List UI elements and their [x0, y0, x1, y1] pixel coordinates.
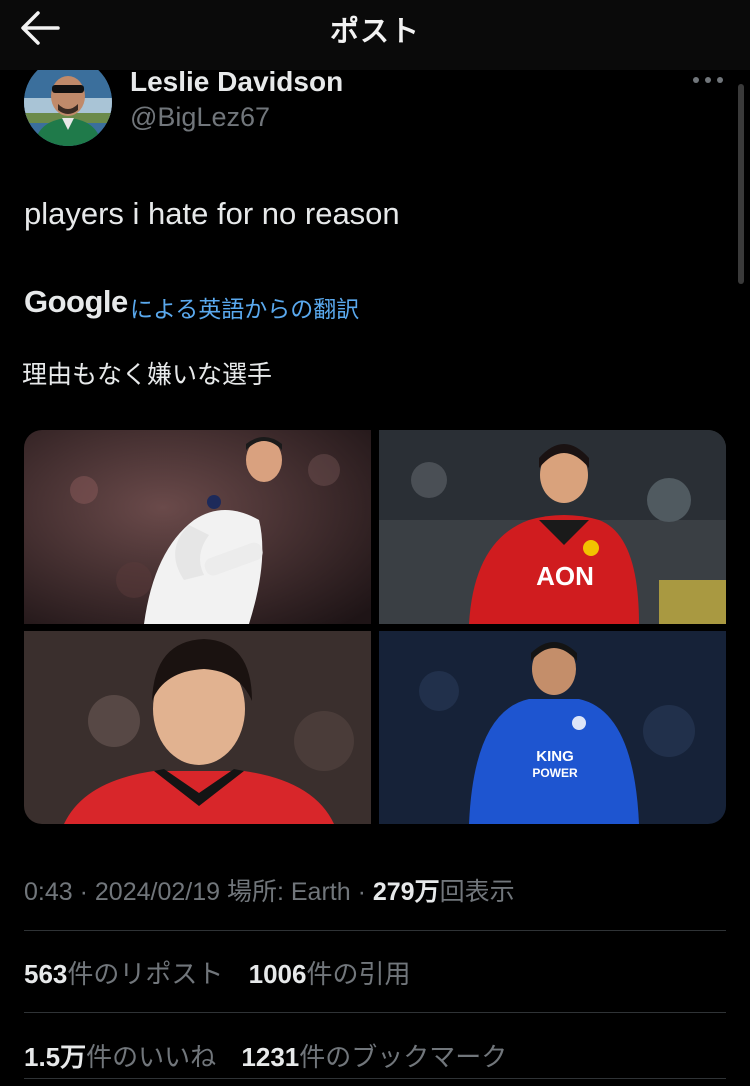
media-image-2[interactable]: AON — [379, 430, 726, 624]
top-bar: ポスト — [0, 0, 750, 70]
stats-row-1: 563件のリポスト 1006件の引用 — [24, 954, 429, 991]
avatar-image — [24, 58, 112, 146]
divider — [24, 930, 726, 931]
views-unit: 万 — [414, 878, 440, 906]
media-grid: AON KING POWER — [24, 430, 726, 824]
post-meta: 0:43 · 2024/02/19 場所: Earth · 279万回表示 — [24, 872, 515, 908]
views-count: 279 — [372, 878, 415, 906]
page-title: ポスト — [329, 16, 420, 48]
bookmarks-label: 件のブックマーク — [299, 1042, 508, 1072]
stats-row-2: 1.5万件のいいね 1231件のブックマーク — [24, 1037, 525, 1074]
google-logo: Google — [24, 284, 128, 319]
likes-label: 件のいいね — [86, 1042, 217, 1072]
reposts-stat[interactable]: 563件のリポスト — [24, 954, 223, 991]
bookmarks-stat[interactable]: 1231件のブックマーク — [241, 1037, 507, 1074]
media-image-1[interactable] — [24, 430, 371, 624]
kit-sponsor-aon: AON — [536, 561, 594, 591]
bookmarks-count: 1231 — [241, 1042, 300, 1072]
author-name[interactable]: Leslie Davidson — [130, 66, 343, 98]
avatar[interactable] — [24, 58, 112, 146]
post-time[interactable]: 0:43 — [24, 878, 73, 906]
meta-separator: · — [357, 878, 366, 906]
views-label: 回表示 — [439, 878, 515, 906]
likes-unit: 万 — [60, 1042, 87, 1072]
more-horizontal-icon — [693, 77, 723, 83]
tweet-text: players i hate for no reason — [24, 196, 400, 231]
quotes-count: 1006 — [248, 959, 307, 989]
translated-text: 理由もなく嫌いな選手 — [22, 361, 273, 389]
meta-separator: · — [79, 878, 88, 906]
likes-count: 1.5 — [24, 1042, 61, 1072]
author-handle[interactable]: @BigLez67 — [130, 102, 270, 133]
post-location: 場所: Earth — [226, 878, 351, 906]
translation-link[interactable]: による英語からの翻訳 — [130, 290, 359, 324]
scrollbar[interactable] — [738, 84, 744, 284]
more-options-button[interactable] — [690, 68, 726, 92]
reposts-count: 563 — [24, 959, 68, 989]
divider — [24, 1078, 726, 1079]
divider — [24, 1012, 726, 1013]
reposts-label: 件のリポスト — [67, 959, 224, 989]
likes-stat[interactable]: 1.5万件のいいね — [24, 1037, 216, 1074]
media-image-3[interactable] — [24, 631, 371, 824]
kit-sponsor-king: KING — [536, 748, 574, 765]
media-image-4[interactable]: KING POWER — [379, 631, 726, 824]
post-date[interactable]: 2024/02/19 — [95, 878, 220, 906]
quotes-label: 件の引用 — [306, 959, 411, 989]
kit-sponsor-power: POWER — [532, 766, 578, 780]
quotes-stat[interactable]: 1006件の引用 — [249, 954, 411, 991]
